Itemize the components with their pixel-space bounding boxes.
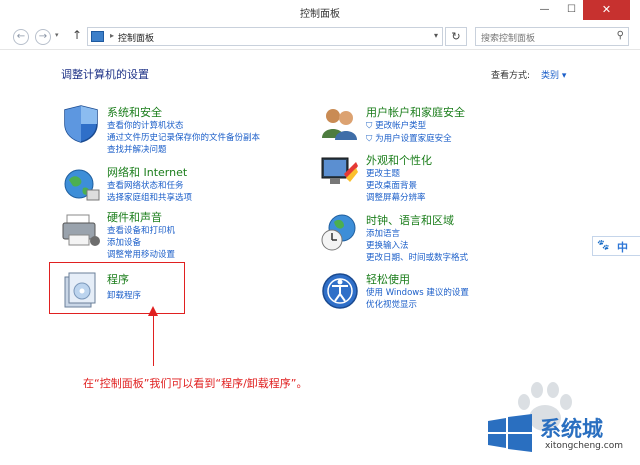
view-by-dropdown[interactable]: 类别 ▾ [541, 68, 566, 81]
breadcrumb-control-panel[interactable]: 控制面板 [118, 31, 154, 44]
navigation-bar: ← → ▾ ↑ ▸ 控制面板 ▾ ↻ 搜索控制面板 ⚲ [0, 24, 640, 50]
ime-language-label: 中 [617, 241, 628, 254]
link-date-time-number-format[interactable]: 更改日期、时间或数字格式 [366, 251, 468, 263]
address-bar[interactable]: ▸ 控制面板 ▾ [87, 27, 443, 46]
control-panel-icon [91, 31, 104, 42]
view-by-label: 查看方式: [491, 71, 531, 81]
display-palette-icon[interactable] [320, 152, 360, 192]
category-title-clock-language-region[interactable]: 时钟、语言和区域 [366, 212, 454, 228]
page-title: 调整计算机的设置 [61, 68, 149, 81]
shield-small-icon: ⛉ [366, 121, 373, 131]
users-icon[interactable] [320, 104, 360, 144]
clock-globe-icon[interactable] [320, 212, 360, 252]
category-title-ease-of-access[interactable]: 轻松使用 [366, 271, 410, 287]
shield-small-icon: ⛉ [366, 134, 373, 144]
search-placeholder: 搜索控制面板 [481, 34, 536, 44]
close-button[interactable]: ✕ [583, 0, 630, 20]
link-network-status-tasks[interactable]: 查看网络状态和任务 [107, 179, 184, 191]
link-windows-suggested-settings[interactable]: 使用 Windows 建议的设置 [366, 286, 469, 298]
link-mobility-settings[interactable]: 调整常用移动设置 [107, 248, 175, 260]
category-clock-language-region: 时钟、语言和区域 添加语言 更换输入法 更改日期、时间或数字格式 [320, 212, 580, 264]
maximize-button[interactable]: ☐ [558, 0, 585, 20]
link-file-history-backup[interactable]: 通过文件历史记录保存你的文件备份副本 [107, 131, 260, 143]
link-family-safety[interactable]: ⛉ 为用户设置家庭安全 [366, 132, 452, 144]
programs-highlight-box [49, 262, 185, 314]
category-system-security: 系统和安全 查看你的计算机状态 通过文件历史记录保存你的文件备份副本 查找并解决… [61, 104, 301, 156]
link-devices-printers[interactable]: 查看设备和打印机 [107, 224, 175, 236]
forward-button[interactable]: → [35, 29, 51, 45]
refresh-button[interactable]: ↻ [445, 27, 467, 46]
link-change-account-type[interactable]: ⛉ 更改帐户类型 [366, 119, 426, 131]
category-title-user-accounts[interactable]: 用户帐户和家庭安全 [366, 104, 465, 120]
link-change-input-method[interactable]: 更换输入法 [366, 239, 409, 251]
category-network-internet: 网络和 Internet 查看网络状态和任务 选择家庭组和共享选项 [61, 164, 301, 204]
windows-logo-icon [488, 414, 532, 452]
link-add-language[interactable]: 添加语言 [366, 227, 400, 239]
ime-indicator[interactable]: 🐾 中 [592, 236, 640, 256]
up-button[interactable]: ↑ [72, 28, 82, 42]
recent-locations-icon[interactable]: ▾ [55, 31, 59, 39]
category-appearance: 外观和个性化 更改主题 更改桌面背景 调整屏幕分辨率 [320, 152, 580, 204]
search-icon[interactable]: ⚲ [617, 30, 624, 41]
shield-icon[interactable] [61, 104, 101, 144]
link-change-theme[interactable]: 更改主题 [366, 167, 400, 179]
link-change-account-type-label: 更改帐户类型 [375, 121, 427, 131]
category-title-system-security[interactable]: 系统和安全 [107, 104, 162, 120]
category-title-appearance[interactable]: 外观和个性化 [366, 152, 432, 168]
watermark-url: xitongcheng.com [545, 441, 623, 451]
back-button[interactable]: ← [13, 29, 29, 45]
watermark-brand: 系统城 [540, 417, 603, 441]
ease-of-access-icon[interactable] [320, 271, 360, 311]
category-ease-of-access: 轻松使用 使用 Windows 建议的设置 优化视觉显示 [320, 271, 580, 311]
category-user-accounts: 用户帐户和家庭安全 ⛉ 更改帐户类型 ⛉ 为用户设置家庭安全 [320, 104, 580, 144]
arrow-line [153, 312, 154, 366]
link-family-safety-label: 为用户设置家庭安全 [375, 134, 452, 144]
link-troubleshoot[interactable]: 查找并解决问题 [107, 143, 167, 155]
title-bar: 控制面板 — ☐ ✕ [0, 0, 640, 24]
paw-icon: 🐾 [597, 240, 610, 251]
link-view-computer-status[interactable]: 查看你的计算机状态 [107, 119, 184, 131]
search-input[interactable]: 搜索控制面板 ⚲ [475, 27, 629, 46]
annotation-text: 在“控制面板”我们可以看到“程序/卸载程序”。 [83, 377, 308, 390]
link-homegroup-sharing[interactable]: 选择家庭组和共享选项 [107, 191, 192, 203]
link-desktop-background[interactable]: 更改桌面背景 [366, 179, 417, 191]
category-hardware-sound: 硬件和声音 查看设备和打印机 添加设备 调整常用移动设置 [61, 209, 301, 261]
printer-icon[interactable] [61, 209, 101, 249]
minimize-button[interactable]: — [531, 0, 558, 20]
category-title-network-internet[interactable]: 网络和 Internet [107, 164, 187, 180]
link-add-device[interactable]: 添加设备 [107, 236, 141, 248]
address-dropdown-icon[interactable]: ▾ [434, 31, 438, 40]
link-screen-resolution[interactable]: 调整屏幕分辨率 [366, 191, 426, 203]
network-globe-icon[interactable] [61, 164, 101, 204]
breadcrumb-separator-icon: ▸ [110, 31, 115, 40]
link-optimize-visual-display[interactable]: 优化视觉显示 [366, 298, 417, 310]
category-title-hardware-sound[interactable]: 硬件和声音 [107, 209, 162, 225]
